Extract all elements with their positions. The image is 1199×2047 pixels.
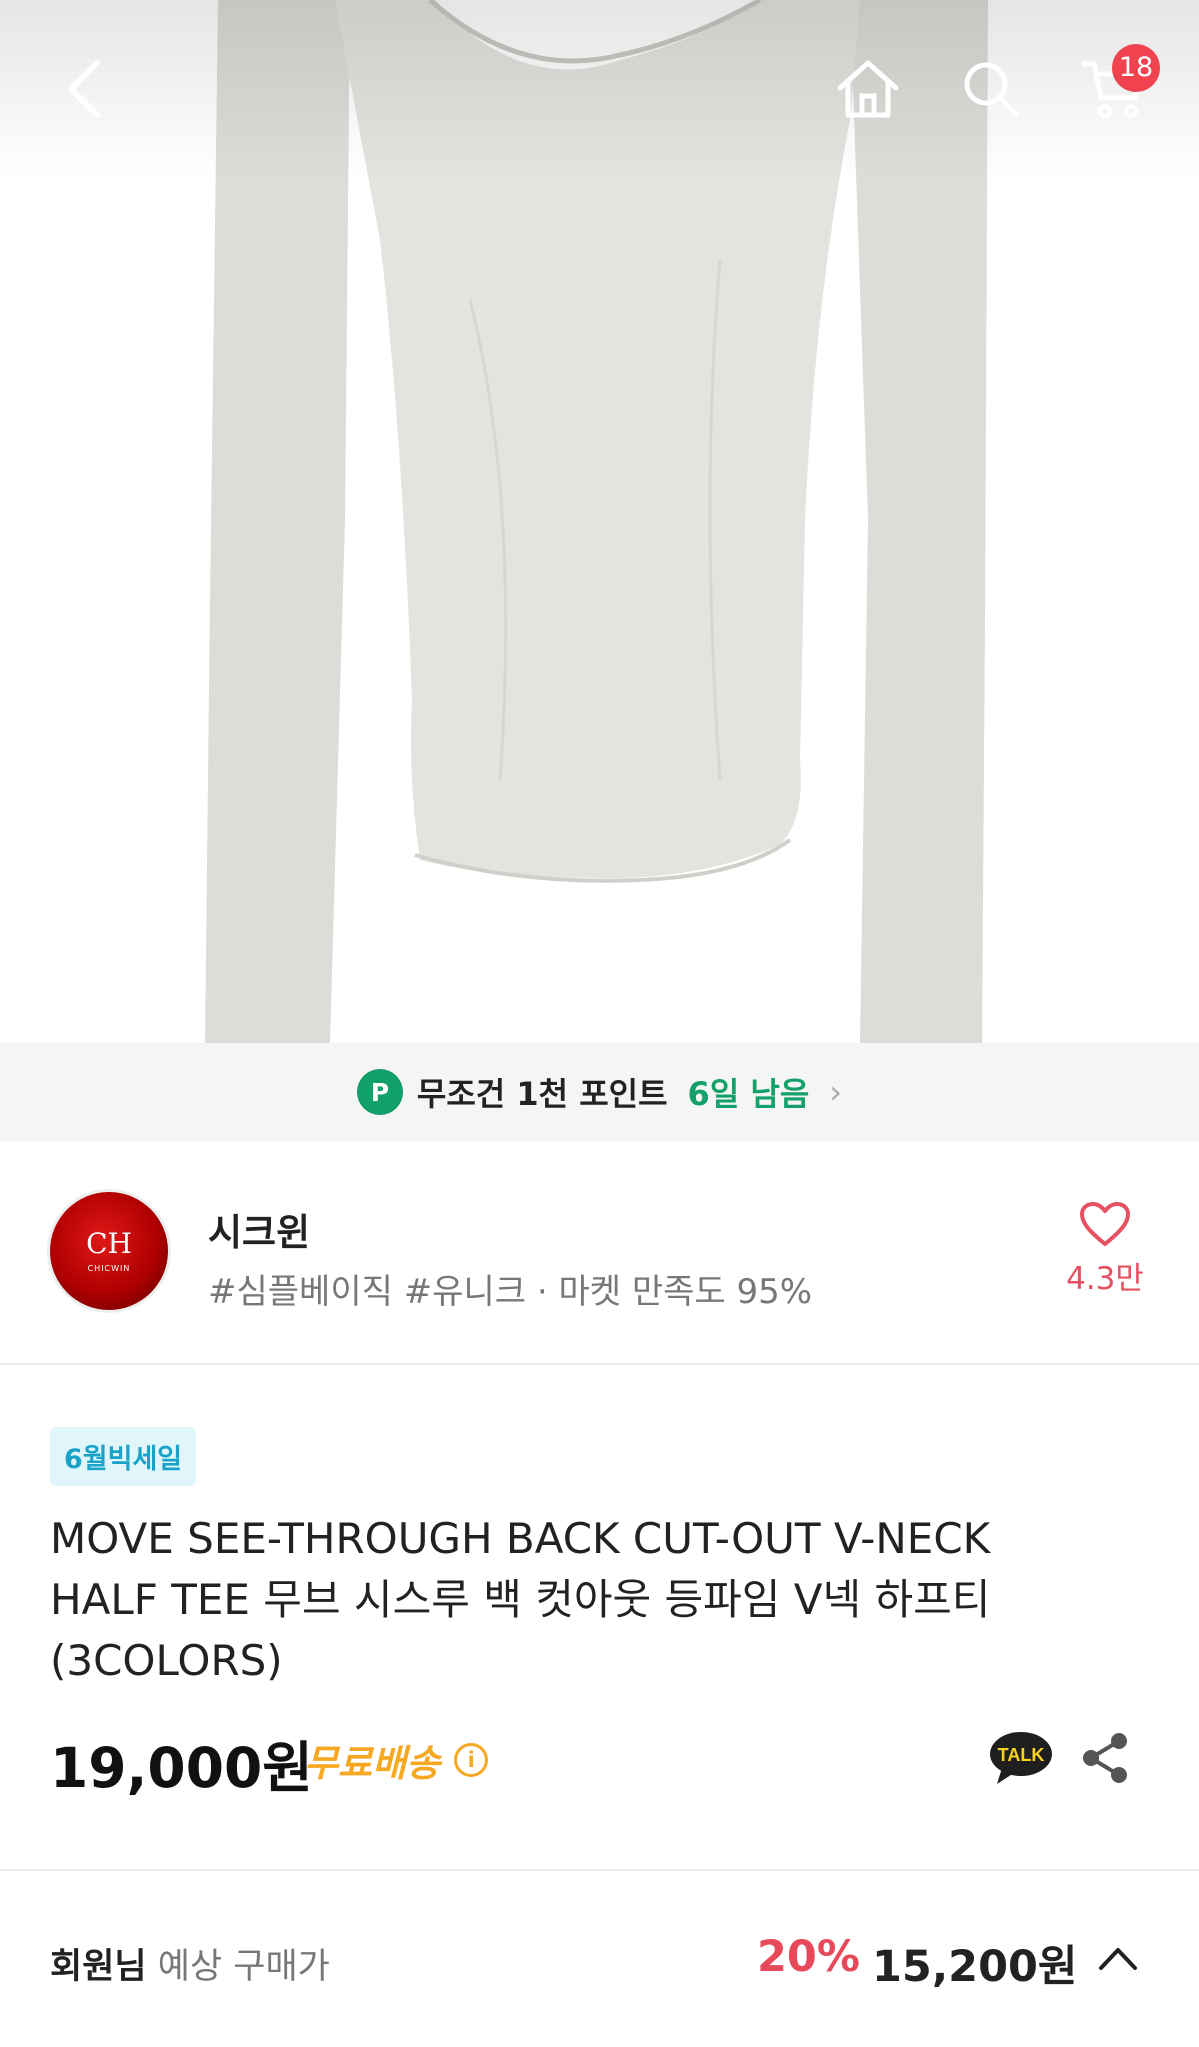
sale-badge: 6월빅세일	[50, 1427, 197, 1486]
point-days-left: 6일 남음	[687, 1075, 810, 1113]
product-price: 19,000원	[50, 1736, 313, 1800]
like-button[interactable]: 4.3만	[1060, 1201, 1150, 1298]
member-price: 15,200원	[872, 1942, 1078, 1992]
kakao-talk-label: TALK	[998, 1745, 1045, 1765]
seller-tags: #심플베이직 #유니크 · 마켓 만족도 95%	[208, 1272, 813, 1312]
info-icon[interactable]: i	[454, 1743, 489, 1777]
point-icon: P	[356, 1069, 403, 1115]
kakao-talk-button[interactable]: TALK	[988, 1730, 1054, 1786]
point-promo-text: 무조건 1천 포인트	[416, 1075, 668, 1113]
heart-icon	[1080, 1202, 1130, 1246]
chevron-up-icon	[1099, 1948, 1137, 1970]
member-discount-rate: 20%	[757, 1932, 860, 1982]
home-button[interactable]	[823, 44, 913, 134]
point-promo-banner[interactable]: P 무조건 1천 포인트 6일 남음 ›	[0, 1043, 1199, 1141]
chevron-right-icon: ›	[829, 1073, 843, 1111]
free-shipping-info[interactable]: 무료배송 i	[304, 1733, 489, 1787]
product-title: MOVE SEE-THROUGH BACK CUT-OUT V-NECK HAL…	[50, 1508, 1140, 1691]
share-button[interactable]	[1077, 1729, 1133, 1787]
seller-name[interactable]: 시크윈	[208, 1202, 310, 1256]
like-count: 4.3만	[1066, 1261, 1144, 1297]
product-image-gallery[interactable]: 18	[0, 0, 1199, 1043]
member-price-toggle[interactable]	[1095, 1940, 1141, 1976]
member-price-label: 회원님 예상 구매가	[50, 1947, 330, 1987]
chevron-left-icon	[68, 60, 100, 118]
product-title-line: HALF TEE 무브 시스루 백 컷아웃 등파임 V넥 하프티	[50, 1575, 991, 1624]
back-button[interactable]	[38, 44, 128, 134]
home-icon	[837, 60, 899, 118]
kakao-talk-icon: TALK	[990, 1732, 1052, 1784]
seller-section[interactable]: CH CHICWIN 시크윈 #심플베이직 #유니크 · 마켓 만족도 95% …	[0, 1141, 1199, 1365]
product-detail-page: 18 P 무조건 1천 포인트 6일 남음 › CH CHICWIN 시크윈 #…	[0, 0, 1199, 2047]
product-title-line: MOVE SEE-THROUGH BACK CUT-OUT V-NECK	[50, 1514, 991, 1563]
share-icon	[1083, 1733, 1127, 1783]
search-button[interactable]	[946, 44, 1036, 134]
product-title-line: (3COLORS)	[50, 1636, 283, 1685]
section-divider	[0, 1869, 1199, 1871]
free-shipping-label: 무료배송	[304, 1742, 441, 1785]
seller-logo[interactable]: CH CHICWIN	[50, 1192, 168, 1310]
cart-count-badge: 18	[1112, 44, 1160, 92]
search-icon	[964, 62, 1019, 117]
